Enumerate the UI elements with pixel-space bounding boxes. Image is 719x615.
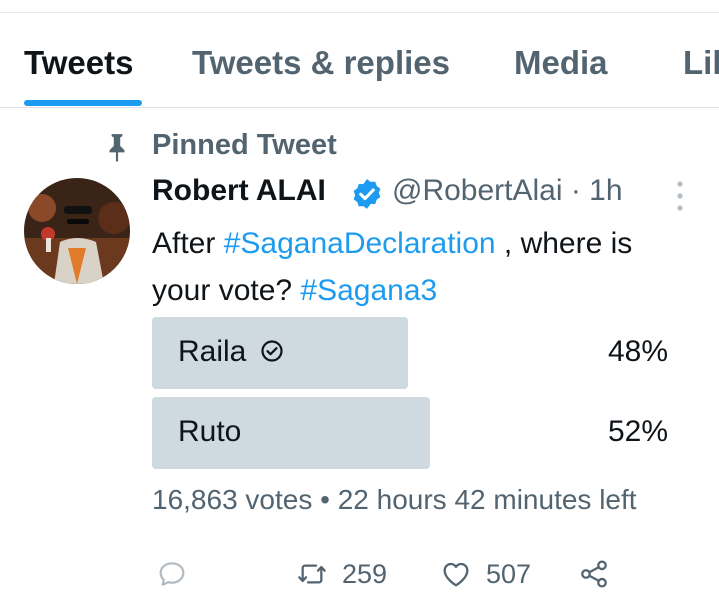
avatar-image <box>24 178 130 284</box>
reply-icon <box>159 562 185 586</box>
pinned-tweet-label: Pinned Tweet <box>152 129 337 161</box>
poll-option-percent: 48% <box>607 335 668 368</box>
poll-option-label: Raila <box>178 335 284 369</box>
verified-badge-icon <box>353 179 381 209</box>
like-button[interactable]: 507 <box>440 550 550 596</box>
poll-option-ruto[interactable]: Ruto 52% <box>152 397 676 469</box>
tab-media[interactable]: Media <box>514 44 608 82</box>
pin-icon <box>109 134 125 162</box>
tabs-divider <box>0 107 719 108</box>
hashtag-link[interactable]: #Sagana3 <box>300 274 437 307</box>
share-button[interactable] <box>578 550 618 596</box>
more-options-icon[interactable] <box>668 178 692 214</box>
tab-tweets-and-replies[interactable]: Tweets & replies <box>192 44 450 82</box>
voted-check-icon <box>261 340 283 362</box>
retweet-button[interactable]: 259 <box>296 550 406 596</box>
poll-option-label: Ruto <box>178 415 242 448</box>
active-tab-indicator <box>24 100 142 106</box>
author-handle-and-time[interactable]: @RobertAlai · 1h <box>392 174 623 208</box>
tweet-text-part: After <box>152 227 224 260</box>
retweet-icon <box>298 564 326 584</box>
poll-option-percent: 52% <box>607 415 668 448</box>
retweet-count: 259 <box>342 559 388 589</box>
reply-button[interactable] <box>156 550 196 596</box>
hashtag-link[interactable]: #SaganaDeclaration <box>224 227 496 260</box>
poll-meta: 16,863 votes • 22 hours 42 minutes left <box>152 484 637 515</box>
top-divider <box>0 12 719 13</box>
profile-tabs: Tweets Tweets & replies Media Lik <box>0 14 719 108</box>
tweet-actions: 259 507 <box>0 550 719 600</box>
author-name[interactable]: Robert ALAI <box>152 174 326 208</box>
tweet-text: After #SaganaDeclaration , where is your… <box>152 220 692 314</box>
like-count: 507 <box>486 559 532 589</box>
poll-option-raila[interactable]: Raila 48% <box>152 317 676 389</box>
share-icon <box>581 560 607 588</box>
avatar[interactable] <box>24 178 130 284</box>
tab-likes[interactable]: Lik <box>683 44 719 82</box>
heart-icon <box>443 562 469 587</box>
pinned-tweet-indicator: Pinned Tweet <box>0 126 719 166</box>
tab-tweets[interactable]: Tweets <box>24 44 133 82</box>
